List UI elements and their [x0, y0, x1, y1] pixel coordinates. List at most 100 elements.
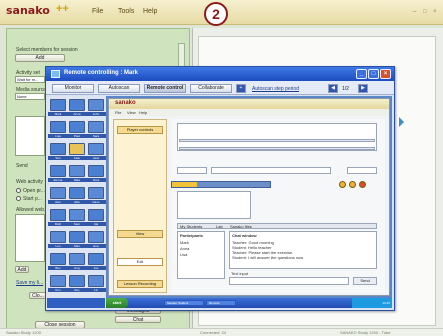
remote-window-titlebar[interactable]: Remote controlling : Mark _ □ ×	[46, 67, 394, 81]
student-thumbnail[interactable]: Kate	[67, 143, 87, 161]
media-select[interactable]: None	[15, 93, 45, 100]
seek-slider[interactable]	[179, 139, 375, 142]
save-list-link[interactable]: Save my li...	[16, 280, 43, 286]
app-titlebar: sanako ++ File Tools Help 2 – □ ×	[0, 0, 443, 26]
activity-select[interactable]: Wait for m...	[15, 76, 45, 83]
student-thumbnail[interactable]: Eva	[86, 231, 106, 249]
volume-slider[interactable]	[179, 147, 375, 150]
monitor-icon	[50, 253, 66, 265]
thumbnail-label: Jack	[86, 156, 106, 160]
tab-autoscan[interactable]: Autoscan	[98, 84, 140, 93]
taskbar-item[interactable]: Sanako Student	[164, 300, 204, 306]
view-button[interactable]: View	[117, 230, 163, 238]
allowed-web-list[interactable]	[15, 214, 45, 262]
monitor-icon	[88, 187, 104, 199]
lesson-recording-button[interactable]: Lesson Recording	[117, 280, 163, 288]
remote-close-button[interactable]: ×	[380, 69, 391, 79]
open-radio[interactable]	[16, 188, 21, 193]
notes-box[interactable]	[177, 191, 251, 219]
next-page-button[interactable]: ▶	[358, 84, 368, 93]
student-thumbnail[interactable]: Ben	[48, 253, 68, 271]
student-thumbnail[interactable]: Nora	[86, 165, 106, 183]
inner-tab-lab[interactable]: Lab	[216, 224, 223, 229]
thumbnail-label: Ruth	[48, 222, 68, 226]
monitor-icon	[69, 99, 85, 111]
autoscan-period-link[interactable]: Autoscan step period	[252, 86, 299, 92]
student-thumbnail[interactable]: Joe	[86, 253, 106, 271]
student-thumbnail[interactable]: Ida	[86, 209, 106, 227]
maximize-button[interactable]: □	[423, 9, 427, 15]
chat-label: Chat window	[232, 233, 257, 238]
student-thumbnail[interactable]: Jack	[86, 143, 106, 161]
record-icon[interactable]	[359, 181, 366, 188]
position-field[interactable]	[211, 167, 331, 174]
chat-button[interactable]: Chat	[115, 316, 161, 323]
add-web-button[interactable]: Add	[15, 266, 29, 273]
thumbnail-footer	[47, 298, 105, 308]
student-thumbnail[interactable]: Mike	[67, 165, 87, 183]
participant-item[interactable]: Mark	[180, 240, 189, 245]
remote-minimize-button[interactable]: _	[356, 69, 367, 79]
remote-maximize-button[interactable]: □	[368, 69, 379, 79]
close-button[interactable]: ×	[433, 9, 437, 15]
minimize-button[interactable]: –	[413, 9, 416, 15]
playback-progress[interactable]	[171, 181, 271, 188]
student-thumbnail[interactable]: Sara	[86, 121, 106, 139]
add-members-button[interactable]: Add	[15, 54, 65, 62]
student-thumbnail[interactable]: Kim	[48, 275, 68, 293]
student-thumbnail[interactable]: Alex	[48, 187, 68, 205]
inner-menu-bar: File View Help	[109, 109, 389, 116]
inner-menu-help[interactable]: Help	[139, 110, 147, 115]
student-thumbnail[interactable]: Dave	[86, 187, 106, 205]
student-thumbnail[interactable]: Mark	[48, 99, 68, 117]
participant-item[interactable]: Lisa	[180, 252, 187, 257]
thumbnail-label: Emma	[48, 178, 68, 182]
monitor-icon	[50, 165, 66, 177]
inner-menu-file[interactable]: File	[115, 110, 121, 115]
student-thumbnail[interactable]: Max	[67, 231, 87, 249]
start-button[interactable]: start	[106, 298, 128, 308]
student-thumbnail[interactable]: Ella	[67, 187, 87, 205]
student-thumbnail[interactable]: Lisa	[48, 121, 68, 139]
chat-input[interactable]	[229, 277, 349, 285]
play-icon[interactable]	[339, 181, 346, 188]
student-thumbnail[interactable]: Ruth	[48, 209, 68, 227]
remote-desktop[interactable]: sanako File View Help Player controls Vi…	[106, 96, 392, 298]
tab-remote-control[interactable]: Remote control	[144, 84, 186, 93]
speed-field[interactable]	[177, 167, 207, 174]
brand-plus-icon: ++	[56, 3, 69, 15]
student-thumbnail[interactable]: Emma	[48, 165, 68, 183]
student-thumbnail[interactable]: Amy	[67, 253, 87, 271]
pause-icon[interactable]	[349, 181, 356, 188]
student-thumbnail[interactable]: Paul	[67, 121, 87, 139]
menu-tools[interactable]: Tools	[118, 8, 134, 15]
prev-page-button[interactable]: ◀	[328, 84, 338, 93]
student-thumbnail[interactable]: Anna	[67, 99, 87, 117]
student-thumbnail[interactable]: Roy	[67, 275, 87, 293]
add-view-button[interactable]: +	[236, 84, 246, 93]
monitor-icon	[51, 70, 60, 78]
exit-button[interactable]: Exit	[117, 258, 163, 266]
student-thumbnail[interactable]: Sam	[67, 209, 87, 227]
start-radio[interactable]	[16, 196, 21, 201]
player-controls-button[interactable]: Player controls	[117, 126, 163, 134]
student-thumbnail[interactable]: Tom	[48, 143, 68, 161]
tab-collaborate[interactable]: Collaborate	[190, 84, 232, 93]
monitor-icon	[69, 121, 85, 133]
menu-help[interactable]: Help	[143, 8, 157, 15]
participants-list[interactable]: Participants Mark Anna Lisa	[177, 231, 225, 279]
media-list[interactable]	[15, 116, 45, 156]
send-button[interactable]: Send	[353, 277, 377, 285]
inner-menu-view[interactable]: View	[127, 110, 136, 115]
inner-tab-files[interactable]: Sanako files	[230, 224, 252, 229]
student-thumbnail[interactable]: John	[86, 99, 106, 117]
inner-tab-students[interactable]: My Students	[180, 224, 202, 229]
student-thumbnail[interactable]: Liv	[86, 275, 106, 293]
repeat-field[interactable]	[347, 167, 377, 174]
menu-file[interactable]: File	[92, 8, 103, 15]
participant-item[interactable]: Anna	[180, 246, 189, 251]
tab-monitor[interactable]: Monitor	[52, 84, 94, 93]
monitor-icon	[50, 143, 66, 155]
student-thumbnail[interactable]: Leo	[48, 231, 68, 249]
taskbar-item[interactable]: Remote	[206, 300, 236, 306]
